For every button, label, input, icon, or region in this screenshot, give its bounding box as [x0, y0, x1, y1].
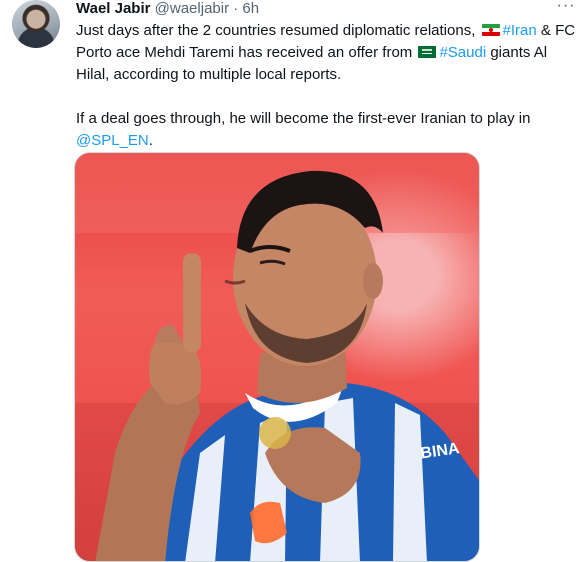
player-photo-illustration: BINA [75, 153, 479, 561]
tweet-media-photo[interactable]: BINA [74, 152, 480, 562]
saudi-flag-icon [418, 46, 437, 58]
tweet-text-segment: . [148, 132, 153, 149]
iran-flag-icon [481, 24, 500, 36]
author-handle[interactable]: @waeljabir [155, 0, 229, 17]
mention-spl-en[interactable]: @SPL_EN [76, 132, 149, 149]
more-options-icon[interactable]: ··· [556, 0, 576, 16]
separator-dot: · [233, 0, 239, 17]
tweet-paragraph-1: Just days after the 2 countries resumed … [76, 20, 576, 86]
author-avatar[interactable] [12, 0, 60, 48]
author-name[interactable]: Wael Jabir [76, 0, 150, 17]
hashtag-saudi[interactable]: #Saudi [439, 44, 486, 61]
tweet-timestamp[interactable]: 6h [242, 0, 259, 17]
tweet-header: Wael Jabir @waeljabir · 6h [76, 0, 259, 18]
tweet-text: Just days after the 2 countries resumed … [76, 20, 576, 152]
tweet-paragraph-2: If a deal goes through, he will become t… [76, 108, 576, 152]
tweet-text-segment: If a deal goes through, he will become t… [76, 110, 531, 127]
tweet-text-segment: Just days after the 2 countries resumed … [76, 22, 480, 39]
hashtag-iran[interactable]: #Iran [503, 22, 537, 39]
